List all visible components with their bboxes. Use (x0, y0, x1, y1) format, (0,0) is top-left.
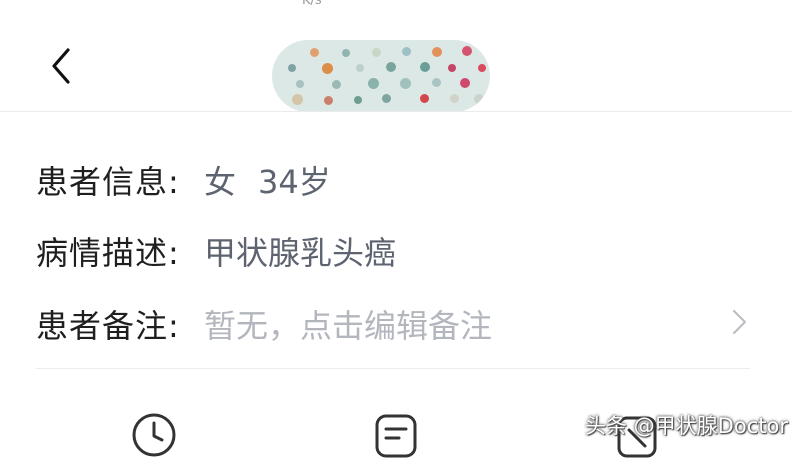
patient-gender: 女 (204, 163, 237, 201)
patient-info-row: 患者信息: 女 34岁 (36, 157, 756, 207)
header-divider (0, 111, 792, 112)
condition-value: 甲状腺乳头癌 (204, 234, 397, 272)
document-icon[interactable] (373, 412, 419, 458)
blurred-patient-name (272, 40, 490, 112)
patient-note-row[interactable]: 患者备注: 暂无，点击编辑备注 (36, 301, 756, 351)
patient-age: 34岁 (258, 163, 331, 201)
condition-row: 病情描述: 甲状腺乳头癌 (36, 228, 756, 278)
patient-note-label: 患者备注: (36, 307, 180, 345)
condition-label: 病情描述: (36, 234, 180, 272)
watermark: 头条 @甲状腺Doctor (585, 414, 788, 438)
back-button[interactable] (36, 38, 88, 94)
section-divider (36, 368, 750, 369)
patient-info-label: 患者信息: (36, 163, 180, 201)
header (0, 0, 792, 112)
chevron-left-icon (52, 48, 70, 84)
patient-note-placeholder: 暂无，点击编辑备注 (204, 307, 493, 345)
patient-info-value: 女 34岁 (204, 157, 331, 203)
clock-icon[interactable] (131, 412, 177, 458)
chevron-right-icon (733, 310, 746, 334)
